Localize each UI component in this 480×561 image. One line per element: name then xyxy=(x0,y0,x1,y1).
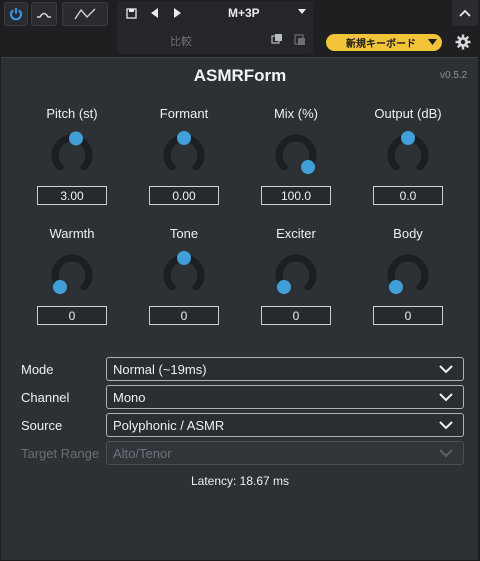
chevron-down-icon xyxy=(439,365,453,374)
compare-button[interactable]: 比較 xyxy=(170,33,192,49)
warmth-label: Warmth xyxy=(49,226,95,241)
knob-indicator xyxy=(177,131,191,145)
plugin-title: ASMRForm xyxy=(193,66,287,85)
output-label: Output (dB) xyxy=(374,106,442,121)
formant-value[interactable]: 0.00 xyxy=(149,186,219,205)
source-value: Polyphonic / ASMR xyxy=(113,417,225,433)
chevron-down-icon xyxy=(439,393,453,402)
power-button[interactable] xyxy=(4,2,28,26)
knob-indicator xyxy=(401,131,415,145)
knob-indicator xyxy=(68,131,83,146)
knob-indicator xyxy=(276,280,291,295)
mode-label: Mode xyxy=(21,362,54,377)
save-preset-button[interactable] xyxy=(121,3,141,23)
pitch-label: Pitch (st) xyxy=(46,106,98,121)
chevron-down-icon xyxy=(428,39,437,45)
bypass-icon xyxy=(37,12,51,18)
formant-knob[interactable] xyxy=(160,131,208,179)
warmth-value[interactable]: 0 xyxy=(37,306,107,325)
formant-label: Formant xyxy=(159,106,209,121)
copy-icon[interactable] xyxy=(270,32,284,46)
channel-label: Channel xyxy=(21,390,70,405)
preset-name[interactable]: M+3P xyxy=(190,3,310,23)
chevron-down-icon[interactable] xyxy=(297,8,307,15)
chevron-down-icon xyxy=(439,421,453,430)
body-label: Body xyxy=(393,226,423,241)
exciter-value[interactable]: 0 xyxy=(261,306,331,325)
knob-indicator xyxy=(52,280,67,295)
next-icon xyxy=(173,8,181,18)
target-range-label: Target Range xyxy=(21,446,100,461)
knob-indicator xyxy=(388,280,403,295)
gear-icon[interactable] xyxy=(455,34,471,50)
prev-icon xyxy=(150,8,158,18)
body-knob[interactable] xyxy=(384,251,432,299)
automation-icon xyxy=(74,8,96,20)
prev-preset-button[interactable] xyxy=(146,3,162,23)
knob-indicator xyxy=(177,251,191,265)
chevron-down-icon xyxy=(439,449,453,458)
keyboard-select[interactable]: 新規キーボード xyxy=(326,34,442,51)
warmth-knob[interactable] xyxy=(48,251,96,299)
bypass-button[interactable] xyxy=(31,2,57,26)
mode-value: Normal (~19ms) xyxy=(113,361,207,377)
exciter-knob[interactable] xyxy=(272,251,320,299)
exciter-label: Exciter xyxy=(276,226,316,241)
mode-select[interactable]: Normal (~19ms) xyxy=(106,357,464,381)
save-icon xyxy=(125,7,137,19)
next-preset-button[interactable] xyxy=(169,3,185,23)
mix-knob[interactable] xyxy=(272,131,320,179)
output-knob[interactable] xyxy=(384,131,432,179)
collapse-button[interactable] xyxy=(452,0,478,26)
tone-knob[interactable] xyxy=(160,251,208,299)
knob-indicator xyxy=(301,160,316,175)
target-range-value: Alto/Tenor xyxy=(113,445,172,461)
output-value[interactable]: 0.0 xyxy=(373,186,443,205)
channel-value: Mono xyxy=(113,389,146,405)
mix-label: Mix (%) xyxy=(273,106,319,121)
version-label: v0.5.2 xyxy=(440,70,468,81)
source-select[interactable]: Polyphonic / ASMR xyxy=(106,413,464,437)
pitch-knob[interactable] xyxy=(48,131,96,179)
latency-readout: Latency: 18.67 ms xyxy=(190,474,290,488)
target-range-select: Alto/Tenor xyxy=(106,441,464,465)
body-value[interactable]: 0 xyxy=(373,306,443,325)
mix-value[interactable]: 100.0 xyxy=(261,186,331,205)
source-label: Source xyxy=(21,418,63,433)
channel-select[interactable]: Mono xyxy=(106,385,464,409)
pitch-value[interactable]: 3.00 xyxy=(37,186,107,205)
chevron-up-icon xyxy=(459,9,471,17)
tone-label: Tone xyxy=(169,226,199,241)
tone-value[interactable]: 0 xyxy=(149,306,219,325)
power-icon xyxy=(10,8,22,21)
paste-icon[interactable] xyxy=(293,32,307,46)
automation-button[interactable] xyxy=(62,2,108,26)
